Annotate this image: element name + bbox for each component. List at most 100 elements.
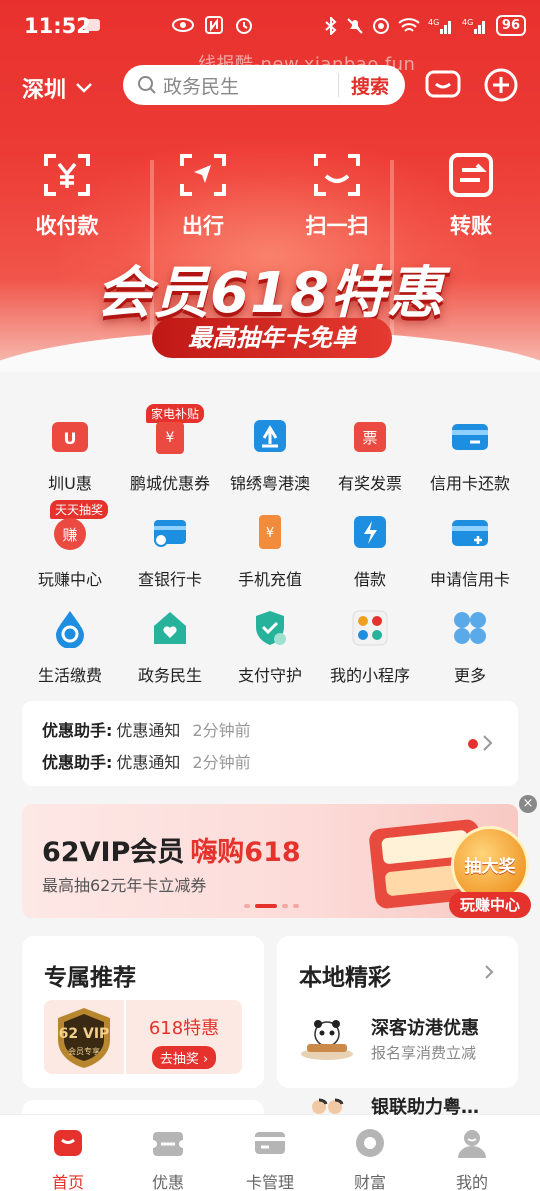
signal-4g-icon: 4G bbox=[462, 18, 485, 34]
lottery-pill: 玩赚中心 bbox=[449, 892, 531, 918]
grid-item-coupon[interactable]: 家电补贴 ¥ 鹏城优惠券 bbox=[120, 404, 220, 494]
grid-item-pay-guard[interactable]: 支付守护 bbox=[220, 608, 320, 686]
quick-action-label: 收付款 bbox=[35, 214, 99, 238]
tab-discount[interactable]: 优惠 bbox=[118, 1127, 218, 1191]
u-coupon-icon: U bbox=[52, 422, 88, 452]
grid-item-label: 政务民生 bbox=[137, 666, 202, 685]
grid-item-bank-card[interactable]: 查银行卡 bbox=[120, 512, 220, 590]
grid-item-u-hui[interactable]: U 圳U惠 bbox=[20, 416, 120, 494]
status-time: 11:52 bbox=[24, 14, 91, 38]
add-icon[interactable] bbox=[482, 66, 520, 104]
bank-card-icon bbox=[154, 520, 186, 547]
notice-value: 优惠通知 bbox=[116, 721, 181, 740]
tab-profile[interactable]: 我的 bbox=[422, 1127, 522, 1191]
city-label: 深圳 bbox=[22, 78, 67, 103]
hotspot-icon bbox=[372, 17, 389, 34]
local-item-title: 深客访港优惠 bbox=[371, 1018, 479, 1039]
notice-row[interactable]: 优惠助手: 优惠通知 2分钟前 bbox=[42, 749, 251, 773]
carousel-dots bbox=[244, 904, 299, 908]
phone-topup-icon: ¥ bbox=[259, 515, 281, 549]
close-icon[interactable]: × bbox=[519, 795, 537, 813]
card-icon bbox=[255, 1132, 285, 1154]
local-item-title: 银联助力粤… bbox=[371, 1097, 479, 1118]
more-icon bbox=[454, 612, 486, 644]
notice-time: 2分钟前 bbox=[192, 753, 251, 772]
home-icon bbox=[54, 1130, 82, 1156]
grid-item-label: 有奖发票 bbox=[337, 474, 402, 493]
grid-item-more[interactable]: 更多 bbox=[420, 608, 520, 686]
notice-panel[interactable]: 优惠助手: 优惠通知 2分钟前 优惠助手: 优惠通知 2分钟前 bbox=[22, 701, 518, 786]
banner-title: 62VIP会员 嗨购618 bbox=[42, 830, 301, 869]
chevron-right-icon[interactable] bbox=[484, 964, 494, 980]
quick-action-scan[interactable]: 扫一扫 bbox=[292, 150, 382, 240]
notice-time: 2分钟前 bbox=[192, 721, 251, 740]
tab-label: 财富 bbox=[353, 1173, 386, 1191]
grid-item-label: 手机充值 bbox=[237, 570, 302, 589]
local-item-sub: 报名享消费立减 bbox=[371, 1044, 477, 1062]
search-button[interactable]: 搜索 bbox=[339, 72, 405, 99]
local-card[interactable]: 本地精彩 深客访港优惠 报名享消费立减 bbox=[277, 936, 518, 1088]
chevron-right-icon[interactable] bbox=[482, 734, 494, 752]
grid-item-utility[interactable]: 生活缴费 bbox=[20, 608, 120, 686]
notice-row[interactable]: 优惠助手: 优惠通知 2分钟前 bbox=[42, 717, 251, 741]
grid-item-gov[interactable]: 政务民生 bbox=[120, 608, 220, 686]
grid-item-phone-topup[interactable]: ¥ 手机充值 bbox=[220, 512, 320, 590]
mini-program-icon bbox=[352, 610, 388, 646]
grid-item-label: 圳U惠 bbox=[48, 474, 92, 493]
offer-box[interactable]: 618特惠 去抽奖 › bbox=[126, 1000, 242, 1074]
draw-button[interactable]: 去抽奖 › bbox=[151, 1046, 217, 1069]
invoice-icon: 票 bbox=[354, 422, 386, 452]
grid-item-label: 支付守护 bbox=[237, 666, 302, 685]
bluetooth-icon bbox=[325, 16, 337, 35]
grid-item-earn[interactable]: 天天抽奖 赚 玩赚中心 bbox=[20, 500, 120, 590]
exclusive-card[interactable]: 专属推荐 62 VIP 会员专享 618特惠 去抽奖 › bbox=[22, 936, 264, 1088]
grid-item-label: 我的小程序 bbox=[329, 666, 410, 685]
svg-text:U: U bbox=[64, 429, 77, 448]
grid-item-label: 锦绣粤港澳 bbox=[229, 474, 310, 493]
grid-item-invoice[interactable]: 票 有奖发票 bbox=[320, 416, 420, 494]
grid-item-loan[interactable]: 借款 bbox=[320, 512, 420, 590]
alarm-icon bbox=[236, 18, 252, 34]
promo-title[interactable]: 会员618特惠 bbox=[0, 248, 540, 329]
gov-icon bbox=[154, 612, 186, 644]
scan-icon bbox=[314, 154, 360, 196]
search-bar[interactable]: 政务民生 搜索 bbox=[123, 65, 405, 105]
quick-action-transfer[interactable]: 转账 bbox=[426, 150, 516, 240]
city-selector[interactable]: 深圳 bbox=[22, 72, 92, 104]
grid-item-apply-card[interactable]: 申请信用卡 bbox=[420, 512, 520, 590]
grid-item-card-repay[interactable]: 信用卡还款 bbox=[420, 416, 520, 494]
vip-badge-icon: 62 VIP 会员专享 bbox=[58, 1008, 110, 1068]
vip-banner[interactable]: 62VIP会员 嗨购618 最高抽62元年卡立减券 bbox=[22, 804, 518, 918]
local-title: 本地精彩 bbox=[299, 965, 391, 991]
offer-title: 618特惠 bbox=[148, 1018, 220, 1039]
earn-icon: 赚 bbox=[54, 518, 86, 550]
svg-text:赚: 赚 bbox=[62, 526, 77, 544]
notice-value: 优惠通知 bbox=[116, 753, 181, 772]
tab-label: 首页 bbox=[51, 1173, 84, 1191]
signal-4g-icon: 4G bbox=[428, 18, 451, 34]
grid-item-label: 申请信用卡 bbox=[429, 570, 510, 589]
grid-item-bay-area[interactable]: 锦绣粤港澳 bbox=[220, 416, 320, 494]
wealth-icon bbox=[356, 1129, 384, 1157]
exclusive-title: 专属推荐 bbox=[44, 965, 136, 991]
grid-item-mini-program[interactable]: 我的小程序 bbox=[320, 608, 420, 686]
card-repay-icon bbox=[452, 424, 488, 450]
tab-home[interactable]: 首页 bbox=[18, 1127, 118, 1191]
quick-action-travel[interactable]: 出行 bbox=[158, 150, 248, 240]
wifi-icon bbox=[398, 17, 420, 32]
message-icon[interactable] bbox=[424, 66, 462, 104]
chevron-down-icon bbox=[76, 83, 92, 93]
shield-icon bbox=[256, 611, 286, 645]
tab-label: 卡管理 bbox=[245, 1173, 294, 1191]
tab-label: 优惠 bbox=[151, 1173, 184, 1191]
search-placeholder[interactable]: 政务民生 bbox=[163, 72, 338, 99]
profile-icon bbox=[458, 1130, 486, 1158]
vip-badge[interactable]: 62 VIP 会员专享 bbox=[44, 1000, 124, 1074]
status-right: 4G 4G 96 bbox=[324, 15, 526, 36]
promo-subtitle[interactable]: 最高抽年卡免单 bbox=[152, 318, 392, 358]
lottery-float-button[interactable]: 抽大奖 玩赚中心 bbox=[445, 822, 535, 922]
svg-text:票: 票 bbox=[362, 429, 377, 447]
grid-item-label: 借款 bbox=[353, 570, 386, 589]
svg-text:4G: 4G bbox=[462, 18, 473, 27]
quick-action-pay[interactable]: 收付款 bbox=[22, 150, 112, 240]
